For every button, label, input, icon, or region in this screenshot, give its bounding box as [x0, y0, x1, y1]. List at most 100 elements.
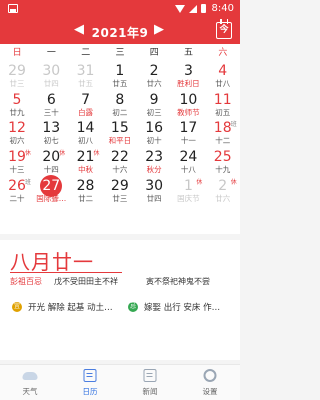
lunar-day: 廿六 — [215, 193, 231, 203]
calendar-header: ◀ 2021年9月 ▶ 今 — [0, 18, 240, 57]
calendar-day-cell[interactable]: 30 廿四 — [137, 177, 171, 206]
calendar-day-cell[interactable]: 18 十二班 — [206, 119, 240, 148]
solar-day: 15 — [110, 120, 129, 137]
status-icons: 8:40 — [174, 3, 234, 14]
tab-news[interactable]: 新闻 — [120, 365, 180, 400]
calendar-day-cell[interactable]: 8 初二 — [103, 91, 137, 120]
calendar-day-cell[interactable]: 2 廿六休 — [206, 177, 240, 206]
bottom-tab-bar: 天气 日历 新闻 设置 — [0, 364, 240, 400]
calendar-day-cell[interactable]: 27 国际聋… — [34, 174, 68, 206]
calendar-day-cell[interactable]: 5 廿九 — [0, 91, 34, 120]
solar-day: 13 — [42, 120, 61, 137]
solar-day: 25 — [213, 149, 232, 165]
calendar-day-cell[interactable]: 10 教师节 — [171, 91, 205, 120]
weekday-label: 日 — [12, 48, 22, 58]
calendar-day-cell[interactable]: 9 初三 — [137, 91, 171, 120]
solar-day: 4 — [218, 63, 228, 79]
lunar-day: 初二 — [112, 107, 128, 117]
gear-icon — [203, 369, 217, 382]
weekday-label: 三 — [115, 48, 125, 58]
calendar-day-cell[interactable]: 28 廿二 — [69, 177, 103, 206]
tab-label: 天气 — [22, 387, 38, 396]
calendar-day-cell[interactable]: 15 和平日 — [103, 119, 137, 148]
calendar-day-cell[interactable]: 20 十四休 — [34, 148, 68, 177]
calendar-day-cell[interactable]: 29 廿三 — [0, 62, 34, 91]
calendar-day-cell[interactable]: 26 二十班 — [0, 177, 34, 206]
prev-month-button[interactable]: ◀ — [74, 22, 84, 38]
holiday-tag: 休 — [93, 150, 100, 157]
holiday-tag: 班 — [230, 121, 237, 129]
calendar-day-cell[interactable]: 22 十六 — [103, 148, 137, 177]
solar-day: 27 — [42, 177, 61, 194]
ji-icon: 忌 — [128, 302, 138, 312]
lunar-day: 十一 — [180, 136, 196, 146]
holiday-tag: 休 — [196, 178, 203, 186]
calendar-day-cell[interactable]: 21 中秋休 — [69, 148, 103, 177]
solar-day: 2 — [149, 63, 159, 79]
lunar-day: 十四 — [43, 165, 59, 174]
lunar-day: 廿九 — [9, 107, 25, 117]
calendar-day-cell[interactable]: 3 胜利日 — [171, 62, 205, 91]
solar-day: 12 — [8, 120, 26, 137]
solar-day: 1 — [115, 63, 125, 79]
solar-day: 7 — [81, 91, 91, 108]
calendar-day-cell[interactable]: 1 廿五 — [103, 62, 137, 91]
tab-calendar[interactable]: 日历 — [60, 365, 120, 400]
notification-icon — [8, 4, 18, 13]
calendar-day-cell[interactable]: 14 初八 — [69, 119, 103, 148]
calendar-day-cell[interactable]: 11 初五 — [206, 91, 240, 120]
news-icon — [143, 369, 157, 382]
solar-day: 22 — [110, 149, 129, 165]
lunar-day: 初七 — [43, 136, 59, 146]
calendar-day-cell[interactable]: 25 十九 — [206, 148, 240, 177]
calendar-day-cell[interactable]: 30 廿四 — [34, 62, 68, 91]
calendar-day-cell[interactable]: 7 白露 — [69, 91, 103, 120]
calendar-day-cell[interactable]: 23 秋分 — [137, 148, 171, 177]
weekday-label: 六 — [218, 48, 228, 58]
solar-day: 8 — [115, 91, 125, 108]
cloud-icon — [22, 372, 38, 380]
today-button[interactable]: 今 — [216, 19, 232, 39]
solar-day: 16 — [145, 120, 164, 137]
calendar-day-cell[interactable]: 19 十三休 — [0, 148, 34, 177]
calendar-day-cell[interactable]: 24 十八 — [171, 148, 205, 177]
lunar-day: 二十 — [9, 193, 25, 203]
calendar-day-cell[interactable]: 31 廿五 — [69, 62, 103, 91]
lunar-day: 十八 — [180, 165, 196, 174]
lunar-day: 廿三 — [9, 79, 25, 88]
lunar-date: 八月廿一 — [10, 250, 94, 274]
calendar-day-cell[interactable]: 4 廿八 — [206, 62, 240, 91]
tab-settings[interactable]: 设置 — [180, 365, 240, 400]
solar-day: 29 — [110, 177, 129, 194]
lunar-day: 初八 — [78, 136, 94, 146]
calendar-icon — [83, 369, 97, 382]
taboo-text-1: 戊不受田田主不祥 — [54, 277, 118, 286]
tab-label: 设置 — [202, 387, 218, 396]
calendar-day-cell[interactable]: 29 廿三 — [103, 177, 137, 206]
lunar-day: 廿四 — [43, 79, 59, 88]
ji-activities[interactable]: 嫁娶 出行 安床 作… — [144, 301, 234, 313]
next-month-button[interactable]: ▶ — [154, 22, 164, 38]
status-bar: 8:40 — [0, 0, 240, 18]
calendar-day-cell[interactable]: 12 初六 — [0, 119, 34, 148]
solar-day: 9 — [149, 91, 159, 108]
calendar-day-cell[interactable]: 1 国庆节休 — [171, 177, 205, 206]
lunar-day: 国庆节 — [177, 193, 200, 203]
tab-weather[interactable]: 天气 — [0, 365, 60, 400]
battery-icon — [200, 4, 206, 13]
calendar-day-cell[interactable]: 13 初七 — [34, 119, 68, 148]
lunar-day: 初六 — [9, 136, 25, 146]
lunar-day: 十二 — [215, 136, 231, 146]
calendar-day-cell[interactable]: 16 初十 — [137, 119, 171, 148]
lunar-day: 初十 — [146, 136, 162, 146]
yi-activities[interactable]: 开光 解除 起基 动土… — [28, 301, 122, 313]
solar-day: 24 — [179, 149, 198, 165]
solar-day: 29 — [8, 63, 26, 79]
calendar-day-cell[interactable]: 2 廿六 — [137, 62, 171, 91]
holiday-tag: 休 — [230, 178, 237, 186]
holiday-tag: 休 — [59, 150, 66, 157]
lunar-day: 廿六 — [146, 79, 162, 88]
calendar-day-cell[interactable]: 17 十一 — [171, 119, 205, 148]
calendar-day-cell[interactable]: 6 三十 — [34, 91, 68, 120]
lunar-day: 廿三 — [112, 193, 128, 203]
